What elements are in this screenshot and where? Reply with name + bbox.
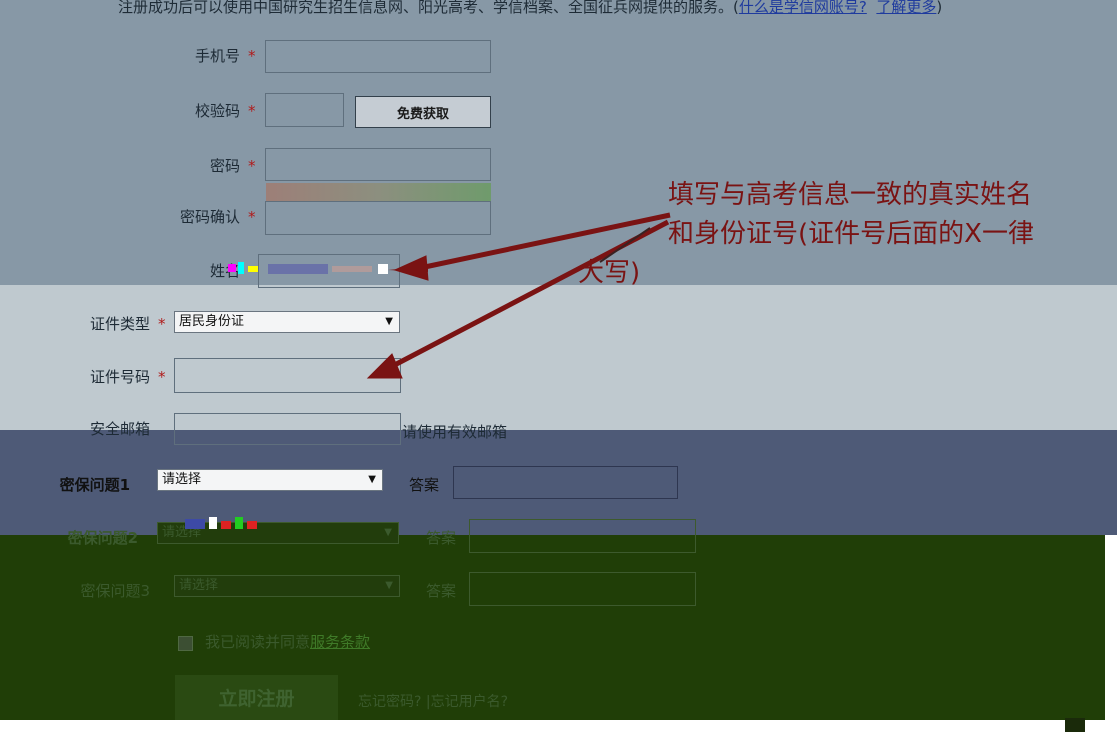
annotation-pointer-line: [599, 227, 651, 263]
render-artifact-icon: [185, 517, 257, 529]
arrow-to-name-icon: [393, 212, 671, 281]
annotation-arrows: [366, 212, 671, 379]
render-artifact-icon: [1065, 718, 1085, 732]
